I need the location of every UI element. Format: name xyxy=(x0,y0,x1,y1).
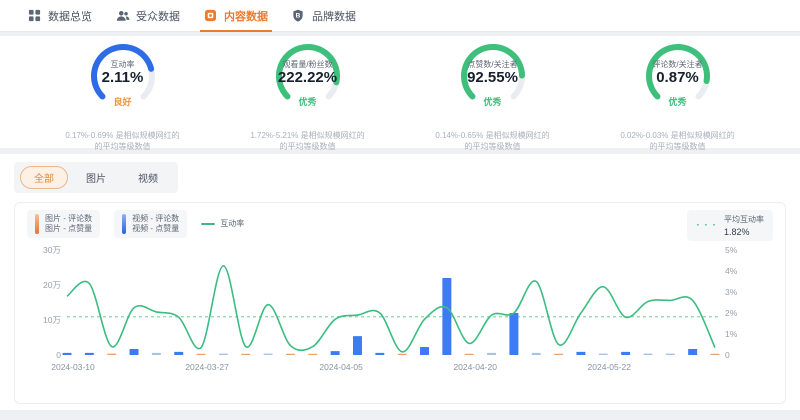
tab-label: 内容数据 xyxy=(224,8,268,24)
tab-label: 受众数据 xyxy=(136,8,180,24)
svg-text:0: 0 xyxy=(725,350,730,360)
gauge-benchmark-note: 0.02%-0.03% 是相似规模网红的的平均等级数值 xyxy=(593,130,763,152)
legend-interaction-rate[interactable]: 互动率 xyxy=(201,218,244,229)
media-filter-group: 全部 图片 视频 xyxy=(14,162,178,193)
legend-average-rate[interactable]: · · · 平均互动率 1.82% xyxy=(687,210,773,241)
gauge-value: 0.87% xyxy=(593,69,763,86)
gauge-benchmark-note: 1.72%-5.21% 是相似规模网红的的平均等级数值 xyxy=(223,130,393,152)
gauge-status-badge: 良好 xyxy=(38,95,208,108)
svg-text:2024-05-22: 2024-05-22 xyxy=(588,362,632,372)
gauge-value: 92.55% xyxy=(408,69,578,86)
content-icon xyxy=(204,9,218,23)
gauge-value: 222.22% xyxy=(223,69,393,86)
svg-text:0: 0 xyxy=(56,350,61,360)
svg-text:10万: 10万 xyxy=(43,315,61,325)
average-rate-label: 平均互动率 xyxy=(724,214,764,225)
gauge-value: 2.11% xyxy=(38,69,208,86)
gauge-status-badge: 优秀 xyxy=(593,95,763,108)
legend-video-series[interactable]: 视频 - 评论数 视频 - 点赞量 xyxy=(114,210,187,238)
gauge-card-comments-per-follower: 评论数/关注者 0.87% 优秀 0.02%-0.03% 是相似规模网红的的平均… xyxy=(593,40,763,148)
gauge-card-interaction-rate: 互动率 2.11% 良好 0.17%-0.69% 是相似规模网红的的平均等级数值 xyxy=(38,40,208,148)
tab-content-data[interactable]: 内容数据 xyxy=(192,0,280,32)
audience-icon xyxy=(116,9,130,23)
tab-audience-data[interactable]: 受众数据 xyxy=(104,0,192,32)
gauge-benchmark-note: 0.14%-0.65% 是相似规模网红的的平均等级数值 xyxy=(408,130,578,152)
tab-label: 数据总览 xyxy=(48,8,92,24)
svg-text:30万: 30万 xyxy=(43,245,61,255)
svg-text:2024-03-10: 2024-03-10 xyxy=(51,362,95,372)
gauge-card-views-per-fans: 观看量/粉丝数 222.22% 优秀 1.72%-5.21% 是相似规模网红的的… xyxy=(223,40,393,148)
engagement-chart-card: 图片 - 评论数 图片 - 点赞量 视频 - 评论数 视频 - 点赞量 互动率 … xyxy=(14,202,786,404)
svg-text:1%: 1% xyxy=(725,329,738,339)
svg-text:2%: 2% xyxy=(725,308,738,318)
orange-bar-icon xyxy=(35,214,39,234)
gauge-benchmark-note: 0.17%-0.69% 是相似规模网红的的平均等级数值 xyxy=(38,130,208,152)
dashed-line-icon: · · · xyxy=(696,220,717,231)
gauge-status-badge: 优秀 xyxy=(408,95,578,108)
tab-label: 品牌数据 xyxy=(312,8,356,24)
filter-videos[interactable]: 视频 xyxy=(124,166,172,189)
svg-text:B: B xyxy=(296,12,301,19)
green-line-icon xyxy=(201,223,215,225)
legend-image-series[interactable]: 图片 - 评论数 图片 - 点赞量 xyxy=(27,210,100,238)
filter-images[interactable]: 图片 xyxy=(72,166,120,189)
metrics-panel: 互动率 2.11% 良好 0.17%-0.69% 是相似规模网红的的平均等级数值… xyxy=(0,36,800,148)
combo-chart[interactable]: 30万 20万 10万 0 5% 4% 3% 2% 1% 0 2024-03-10 2024-03-2… xyxy=(27,243,771,393)
blue-bar-icon xyxy=(122,214,126,234)
gauge-card-likes-per-follower: 点赞数/关注者 92.55% 优秀 0.14%-0.65% 是相似规模网红的的平… xyxy=(408,40,578,148)
grid-icon xyxy=(28,9,42,23)
gauge-status-badge: 优秀 xyxy=(223,95,393,108)
tab-data-overview[interactable]: 数据总览 xyxy=(16,0,104,32)
svg-text:3%: 3% xyxy=(725,287,738,297)
svg-text:2024-03-27: 2024-03-27 xyxy=(185,362,229,372)
svg-text:4%: 4% xyxy=(725,266,738,276)
tab-brand-data[interactable]: B 品牌数据 xyxy=(280,0,368,32)
average-rate-value: 1.82% xyxy=(724,227,764,237)
filter-all[interactable]: 全部 xyxy=(20,166,68,189)
svg-text:20万: 20万 xyxy=(43,280,61,290)
top-nav: 数据总览 受众数据 内容数据 B 品牌数据 xyxy=(0,0,800,32)
chart-legend: 图片 - 评论数 图片 - 点赞量 视频 - 评论数 视频 - 点赞量 互动率 … xyxy=(27,210,773,241)
svg-text:5%: 5% xyxy=(725,245,738,255)
brand-shield-icon: B xyxy=(292,9,306,23)
svg-text:2024-04-05: 2024-04-05 xyxy=(319,362,363,372)
content-panel: 全部 图片 视频 图片 - 评论数 图片 - 点赞量 视频 - 评论数 视频 -… xyxy=(0,154,800,410)
svg-text:2024-04-20: 2024-04-20 xyxy=(453,362,497,372)
